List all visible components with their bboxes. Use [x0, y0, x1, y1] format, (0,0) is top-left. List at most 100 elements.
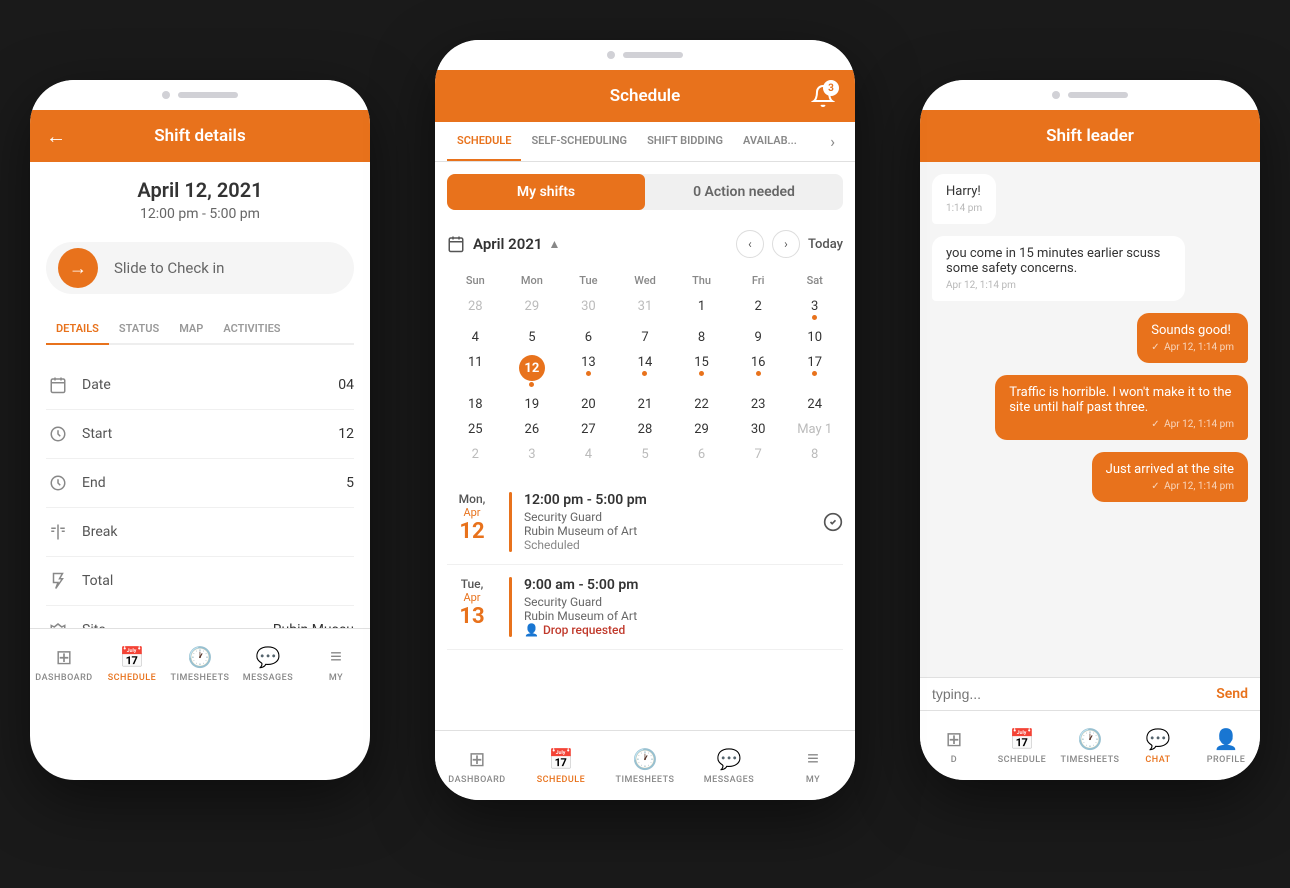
- nav-timesheets-label-left: TIMESHEETS: [171, 673, 230, 683]
- cal-cell-apr11[interactable]: 11: [447, 351, 504, 391]
- nav-timesheets-label-center: TIMESHEETS: [616, 775, 675, 785]
- cal-cell-apr13[interactable]: 13: [560, 351, 617, 391]
- cal-cell-apr28[interactable]: 28: [617, 418, 674, 441]
- nav-schedule-left[interactable]: 📅 SCHEDULE: [98, 645, 166, 683]
- timesheets-icon-center: 🕐: [633, 747, 658, 771]
- cal-cell-may4[interactable]: 4: [560, 443, 617, 466]
- dashboard-icon-center: ⊞: [469, 747, 486, 771]
- nav-profile-right[interactable]: 👤 PROFILE: [1192, 727, 1260, 765]
- cal-cell-may7[interactable]: 7: [730, 443, 787, 466]
- shift-time-apr12: 12:00 pm - 5:00 pm: [524, 492, 823, 508]
- cal-cell-29-prev[interactable]: 29: [504, 295, 561, 324]
- cal-cell-apr12[interactable]: 12: [504, 351, 561, 391]
- cal-cell-31-prev[interactable]: 31: [617, 295, 674, 324]
- cal-cell-apr7[interactable]: 7: [617, 326, 674, 349]
- tab-status[interactable]: STATUS: [109, 314, 169, 343]
- cal-cell-may3[interactable]: 3: [504, 443, 561, 466]
- cal-cell-apr4[interactable]: 4: [447, 326, 504, 349]
- cal-cell-apr19[interactable]: 19: [504, 393, 561, 416]
- cal-cell-apr20[interactable]: 20: [560, 393, 617, 416]
- cal-cell-apr10[interactable]: 10: [786, 326, 843, 349]
- nav-chat-right[interactable]: 💬 CHAT: [1124, 727, 1192, 765]
- nav-timesheets-center[interactable]: 🕐 TIMESHEETS: [603, 747, 687, 785]
- send-button[interactable]: Send: [1216, 686, 1248, 702]
- cal-cell-apr26[interactable]: 26: [504, 418, 561, 441]
- cal-cell-apr18[interactable]: 18: [447, 393, 504, 416]
- cal-cell-apr16[interactable]: 16: [730, 351, 787, 391]
- nav-timesheets-left[interactable]: 🕐 TIMESHEETS: [166, 645, 234, 683]
- nav-schedule-right[interactable]: 📅 SCHEDULE: [988, 727, 1056, 765]
- cal-cell-apr14[interactable]: 14: [617, 351, 674, 391]
- cal-cell-28-prev[interactable]: 28: [447, 295, 504, 324]
- camera-left: [162, 91, 170, 99]
- calendar-month-icon: [447, 235, 465, 253]
- cal-cell-may1[interactable]: May 1: [786, 418, 843, 441]
- today-button[interactable]: Today: [808, 237, 843, 252]
- tab-activities[interactable]: ACTIVITIES: [213, 314, 290, 343]
- cal-cell-apr24[interactable]: 24: [786, 393, 843, 416]
- nav-d-right[interactable]: ⊞ D: [920, 727, 988, 765]
- shift-details-header: ← Shift details: [30, 110, 370, 162]
- action-needed-btn[interactable]: 0 Action needed: [645, 174, 843, 210]
- chat-header: Shift leader: [920, 110, 1260, 162]
- shift-item-apr12[interactable]: Mon, Apr 12 12:00 pm - 5:00 pm Security …: [447, 480, 843, 565]
- nav-dashboard-label-left: DASHBOARD: [35, 673, 92, 683]
- shift-day-apr12: 12: [447, 519, 497, 544]
- tab-self-scheduling[interactable]: SELF-SCHEDULING: [521, 122, 637, 161]
- detail-start: Start 12: [46, 410, 354, 459]
- shift-role-apr13: Security Guard: [524, 595, 843, 609]
- cal-cell-apr9[interactable]: 9: [730, 326, 787, 349]
- slide-button[interactable]: →: [58, 248, 98, 288]
- tab-schedule[interactable]: SCHEDULE: [447, 122, 521, 161]
- shift-dow-apr12: Mon,: [447, 492, 497, 506]
- tabs-more-arrow[interactable]: ›: [822, 122, 843, 161]
- my-shifts-toggle: My shifts 0 Action needed: [447, 174, 843, 210]
- cal-cell-apr6[interactable]: 6: [560, 326, 617, 349]
- center-phone: Schedule 3 SCHEDULE SELF-SCHEDULING SHIF…: [435, 40, 855, 800]
- cal-cell-may6[interactable]: 6: [673, 443, 730, 466]
- nav-dashboard-center[interactable]: ⊞ DASHBOARD: [435, 747, 519, 785]
- cal-cell-apr25[interactable]: 25: [447, 418, 504, 441]
- cal-cell-apr22[interactable]: 22: [673, 393, 730, 416]
- cal-cell-may8[interactable]: 8: [786, 443, 843, 466]
- nav-messages-center[interactable]: 💬 MESSAGES: [687, 747, 771, 785]
- cal-cell-apr30[interactable]: 30: [730, 418, 787, 441]
- cal-cell-apr29[interactable]: 29: [673, 418, 730, 441]
- next-month-btn[interactable]: ›: [772, 230, 800, 258]
- nav-timesheets-right[interactable]: 🕐 TIMESHEETS: [1056, 727, 1124, 765]
- cal-cell-apr21[interactable]: 21: [617, 393, 674, 416]
- cal-cell-apr15[interactable]: 15: [673, 351, 730, 391]
- nav-dashboard-left[interactable]: ⊞ DASHBOARD: [30, 645, 98, 683]
- cal-cell-30-prev[interactable]: 30: [560, 295, 617, 324]
- my-shifts-btn[interactable]: My shifts: [447, 174, 645, 210]
- cal-cell-apr17[interactable]: 17: [786, 351, 843, 391]
- tab-shift-bidding[interactable]: SHIFT BIDDING: [637, 122, 733, 161]
- nav-schedule-center[interactable]: 📅 SCHEDULE: [519, 747, 603, 785]
- prev-month-btn[interactable]: ‹: [736, 230, 764, 258]
- cal-cell-apr2[interactable]: 2: [730, 295, 787, 324]
- cal-cell-apr27[interactable]: 27: [560, 418, 617, 441]
- cal-cell-may2[interactable]: 2: [447, 443, 504, 466]
- notification-badge[interactable]: 3: [807, 80, 839, 112]
- day-sun: Sun: [447, 270, 504, 291]
- slide-checkin[interactable]: → Slide to Check in: [46, 242, 354, 294]
- shift-item-apr13[interactable]: Tue, Apr 13 9:00 am - 5:00 pm Security G…: [447, 565, 843, 650]
- cal-cell-apr3[interactable]: 3: [786, 295, 843, 324]
- chat-icon-right: 💬: [1146, 727, 1171, 751]
- cal-cell-may5[interactable]: 5: [617, 443, 674, 466]
- tab-available[interactable]: AVAILAB...: [733, 122, 807, 161]
- cal-cell-apr1[interactable]: 1: [673, 295, 730, 324]
- tab-map[interactable]: MAP: [169, 314, 213, 343]
- calendar-collapse-icon[interactable]: ▲: [548, 237, 560, 251]
- cal-cell-apr23[interactable]: 23: [730, 393, 787, 416]
- person-x-icon: 👤: [524, 623, 539, 637]
- nav-my-left[interactable]: ≡ MY: [302, 644, 370, 683]
- nav-my-center[interactable]: ≡ MY: [771, 746, 855, 785]
- messages-icon-left: 💬: [256, 645, 281, 669]
- tab-details[interactable]: DETAILS: [46, 314, 109, 345]
- cal-cell-apr8[interactable]: 8: [673, 326, 730, 349]
- chat-input-field[interactable]: [932, 686, 1208, 702]
- nav-messages-left[interactable]: 💬 MESSAGES: [234, 645, 302, 683]
- cal-cell-apr5[interactable]: 5: [504, 326, 561, 349]
- back-button[interactable]: ←: [46, 124, 66, 149]
